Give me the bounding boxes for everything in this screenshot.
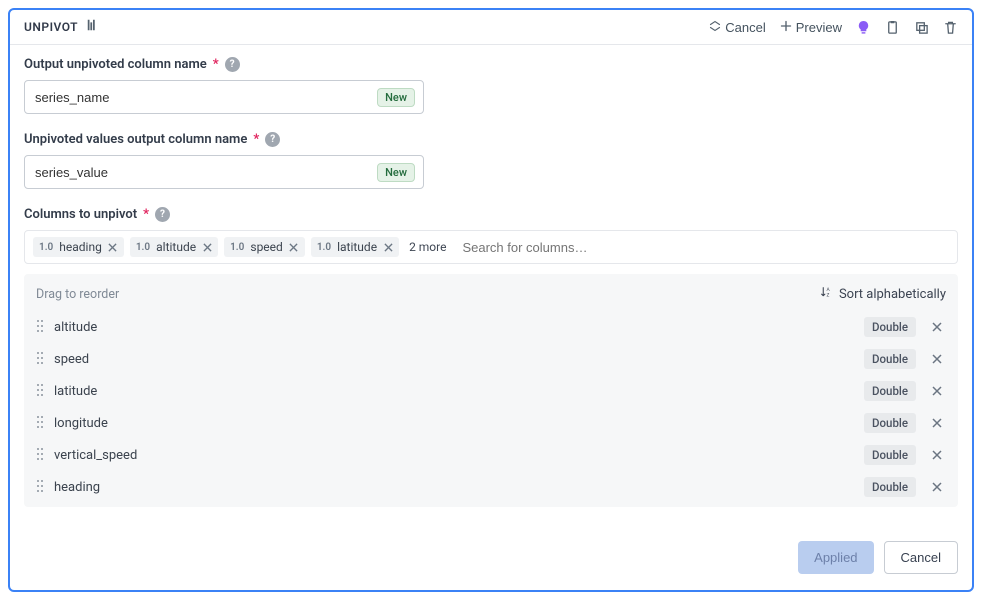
reorder-row[interactable]: altitude Double [34,311,948,343]
close-icon[interactable] [928,414,946,432]
type-badge: Double [864,317,916,337]
drag-icon[interactable] [36,351,46,367]
tag-label: speed [250,240,282,254]
type-badge: Double [864,349,916,369]
close-icon[interactable] [928,446,946,464]
tag-type: 1.0 [136,242,150,253]
row-name: vertical_speed [54,448,864,463]
tag[interactable]: 1.0 speed [224,237,305,257]
drag-icon[interactable] [36,415,46,431]
close-icon[interactable] [200,240,214,254]
values-name-input-wrap: New [24,155,424,189]
close-icon[interactable] [928,350,946,368]
tags-area[interactable]: 1.0 heading 1.0 altitude 1.0 speed 1.0 l… [24,230,958,264]
output-name-input-wrap: New [24,80,424,114]
collapse-icon [709,20,721,35]
new-badge: New [377,88,415,107]
search-columns-input[interactable] [458,238,949,257]
trash-icon[interactable] [943,20,958,35]
reorder-hint: Drag to reorder [36,287,119,302]
tag-type: 1.0 [230,242,244,253]
unpivot-icon [86,18,100,36]
new-badge: New [377,163,415,182]
columns-label-row: Columns to unpivot * ? [24,207,958,222]
columns-block: Columns to unpivot * ? 1.0 heading 1.0 a… [24,207,958,507]
required-mark: * [253,132,259,147]
sort-label: Sort alphabetically [839,287,946,302]
row-name: altitude [54,320,864,335]
unpivot-panel: UNPIVOT Cancel Preview [8,8,974,592]
panel-title: UNPIVOT [24,20,78,34]
help-icon[interactable]: ? [155,207,170,222]
drag-icon[interactable] [36,319,46,335]
output-name-input[interactable] [35,90,377,105]
preview-label: Preview [796,20,842,35]
preview-button[interactable]: Preview [780,20,842,35]
sort-az-icon: AZ [820,286,833,303]
values-name-input[interactable] [35,165,377,180]
help-icon[interactable]: ? [265,132,280,147]
required-mark: * [143,207,149,222]
panel-footer: Applied Cancel [10,525,972,590]
row-name: latitude [54,384,864,399]
tag-label: latitude [337,240,377,254]
reorder-row[interactable]: heading Double [34,471,948,503]
help-icon[interactable]: ? [225,57,240,72]
drag-icon[interactable] [36,447,46,463]
panel-header: UNPIVOT Cancel Preview [10,10,972,45]
clipboard-icon[interactable] [885,20,900,35]
columns-label: Columns to unpivot [24,207,137,222]
svg-text:Z: Z [826,293,829,299]
output-name-block: Output unpivoted column name * ? New [24,57,958,114]
tag-label: altitude [156,240,196,254]
tag-more[interactable]: 2 more [405,240,452,254]
cancel-button[interactable]: Cancel [884,541,958,574]
close-icon[interactable] [928,382,946,400]
row-name: speed [54,352,864,367]
drag-icon[interactable] [36,479,46,495]
tag[interactable]: 1.0 latitude [311,237,399,257]
close-icon[interactable] [381,240,395,254]
reorder-row[interactable]: speed Double [34,343,948,375]
close-icon[interactable] [928,318,946,336]
header-actions: Cancel Preview [709,20,958,35]
panel-title-group: UNPIVOT [24,18,100,36]
tag-type: 1.0 [317,242,331,253]
reorder-header: Drag to reorder AZ Sort alphabetically [34,282,948,311]
close-icon[interactable] [287,240,301,254]
values-name-label: Unpivoted values output column name [24,132,247,147]
close-icon[interactable] [106,240,120,254]
drag-icon[interactable] [36,383,46,399]
output-name-label-row: Output unpivoted column name * ? [24,57,958,72]
reorder-row[interactable]: latitude Double [34,375,948,407]
output-name-label: Output unpivoted column name [24,57,207,72]
plus-icon [780,20,792,35]
sort-alphabetically-button[interactable]: AZ Sort alphabetically [820,286,946,303]
type-badge: Double [864,381,916,401]
lightbulb-icon[interactable] [856,20,871,35]
panel-body: Output unpivoted column name * ? New Unp… [10,45,972,507]
type-badge: Double [864,477,916,497]
reorder-row[interactable]: vertical_speed Double [34,439,948,471]
tag-label: heading [59,240,102,254]
cancel-header-label: Cancel [725,20,765,35]
type-badge: Double [864,413,916,433]
reorder-panel: Drag to reorder AZ Sort alphabetically a… [24,274,958,507]
applied-button: Applied [798,541,873,574]
reorder-row[interactable]: longitude Double [34,407,948,439]
tag[interactable]: 1.0 heading [33,237,124,257]
tag[interactable]: 1.0 altitude [130,237,218,257]
row-name: longitude [54,416,864,431]
type-badge: Double [864,445,916,465]
tag-type: 1.0 [39,242,53,253]
collapse-button[interactable]: Cancel [709,20,765,35]
duplicate-icon[interactable] [914,20,929,35]
values-name-label-row: Unpivoted values output column name * ? [24,132,958,147]
values-name-block: Unpivoted values output column name * ? … [24,132,958,189]
close-icon[interactable] [928,478,946,496]
row-name: heading [54,480,864,495]
required-mark: * [213,57,219,72]
